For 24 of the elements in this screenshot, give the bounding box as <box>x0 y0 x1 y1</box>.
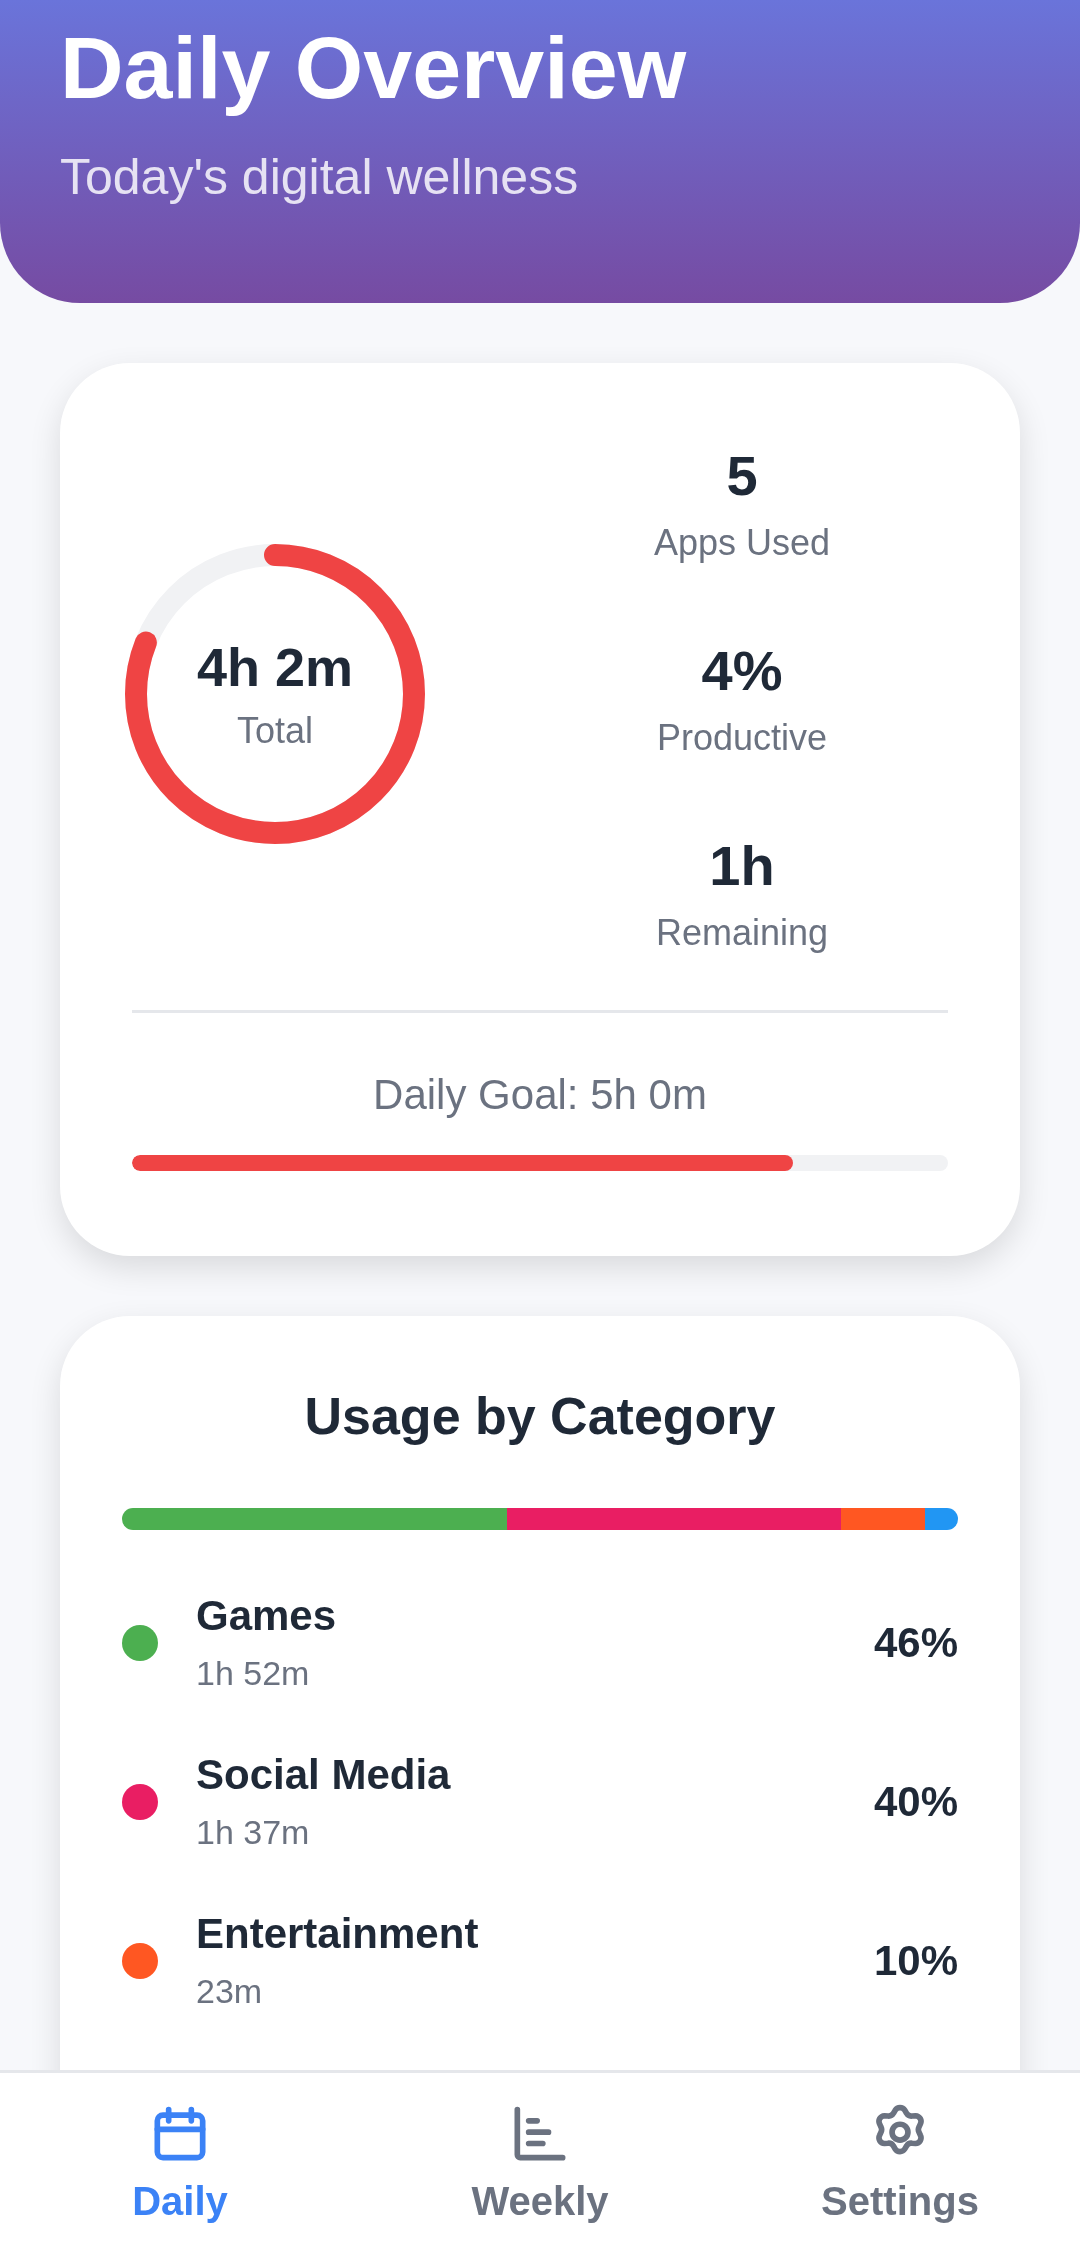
total-label: Total <box>236 709 313 752</box>
page-subtitle: Today's digital wellness <box>60 148 580 206</box>
stat-value: 4% <box>700 638 784 703</box>
stat-label: Productive <box>656 717 828 759</box>
category-name: Social Media <box>196 1751 452 1799</box>
category-time: 1h 52m <box>196 1654 311 1693</box>
nav-tab[interactable]: Daily <box>0 2073 360 2267</box>
page-title: Daily Overview <box>60 18 688 118</box>
category-time: 23m <box>196 1972 264 2011</box>
category-time: 1h 37m <box>196 1813 311 1852</box>
total-value: 4h 2m <box>196 635 354 698</box>
stat-label: Remaining <box>655 912 829 954</box>
nav-tab[interactable]: Weekly <box>360 2073 720 2267</box>
stat-value: 5 <box>725 443 759 508</box>
category-percent: 40% <box>873 1777 958 1826</box>
category-percent: 46% <box>873 1618 958 1667</box>
stat-label: Apps Used <box>653 522 831 564</box>
stat-value: 1h <box>708 833 776 898</box>
goal-label: Daily Goal: 5h 0m <box>372 1071 708 1119</box>
category-name: Entertainment <box>196 1910 480 1958</box>
card-title: Usage by Category <box>303 1386 777 1446</box>
nav-tab[interactable]: Settings <box>720 2073 1080 2267</box>
category-percent: 10% <box>873 1936 958 1985</box>
category-name: Games <box>196 1592 338 1640</box>
